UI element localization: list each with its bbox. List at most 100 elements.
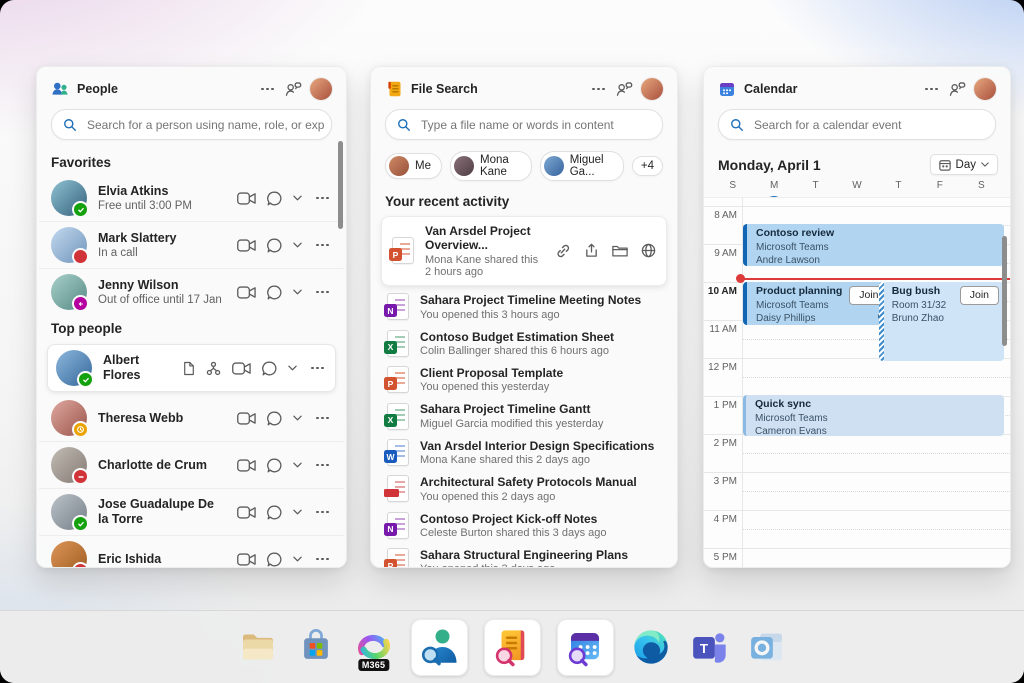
org-chart-icon[interactable] xyxy=(206,361,221,376)
chevron-down-icon[interactable] xyxy=(293,462,302,468)
person-row-selected[interactable]: Albert Flores xyxy=(47,344,336,392)
teams-icon[interactable]: T xyxy=(688,626,730,668)
chat-icon[interactable] xyxy=(267,285,282,300)
event-bug-bush[interactable]: Bug bush Room 31/32 Bruno Zhao Join xyxy=(878,282,1004,361)
chevron-down-icon[interactable] xyxy=(293,509,302,515)
file-row[interactable]: Contoso Budget Estimation SheetColin Bal… xyxy=(371,325,677,361)
account-avatar[interactable] xyxy=(974,78,996,100)
filter-chip-miguel[interactable]: Miguel Ga... xyxy=(539,151,624,181)
more-options-icon[interactable] xyxy=(589,85,608,94)
row-more-icon[interactable] xyxy=(313,241,332,250)
presence-available-icon xyxy=(77,371,94,388)
video-call-icon[interactable] xyxy=(237,191,256,205)
chevron-down-icon[interactable] xyxy=(293,289,302,295)
person-row[interactable]: Eric Ishida xyxy=(37,536,346,567)
file-row[interactable]: Contoso Project Kick-off NotesCeleste Bu… xyxy=(371,507,677,543)
current-time-dot xyxy=(736,274,745,283)
row-more-icon[interactable] xyxy=(313,288,332,297)
open-folder-icon[interactable] xyxy=(612,244,628,257)
video-call-icon[interactable] xyxy=(237,505,256,519)
chat-icon[interactable] xyxy=(267,552,282,567)
outlook-icon[interactable] xyxy=(746,626,788,668)
file-row[interactable]: Sahara Project Timeline GanttMiguel Garc… xyxy=(371,398,677,434)
more-options-icon[interactable] xyxy=(922,85,941,94)
file-search-app-icon[interactable] xyxy=(483,618,541,676)
row-more-icon[interactable] xyxy=(308,364,327,373)
avatar xyxy=(389,156,409,176)
video-call-icon[interactable] xyxy=(232,361,251,375)
chevron-down-icon[interactable] xyxy=(293,415,302,421)
join-button[interactable]: Join xyxy=(959,286,999,305)
row-more-icon[interactable] xyxy=(313,461,332,470)
time-label: 5 PM xyxy=(713,552,737,563)
row-more-icon[interactable] xyxy=(313,414,332,423)
chat-icon[interactable] xyxy=(262,361,277,376)
share-contact-icon[interactable] xyxy=(949,81,966,97)
file-row[interactable]: Sahara Structural Engineering PlansYou o… xyxy=(371,544,677,567)
person-row[interactable]: Charlotte de Crum xyxy=(37,442,346,488)
row-more-icon[interactable] xyxy=(313,508,332,517)
person-row[interactable]: Jenny Wilson Out of office until 17 Jan xyxy=(37,269,346,315)
file-search-input[interactable] xyxy=(419,116,657,133)
event-quick-sync[interactable]: Quick sync Microsoft Teams Cameron Evans xyxy=(743,395,1004,436)
people-scrollbar[interactable] xyxy=(338,141,343,229)
people-search-input[interactable] xyxy=(85,116,326,133)
chevron-down-icon[interactable] xyxy=(288,365,297,371)
account-avatar[interactable] xyxy=(310,78,332,100)
file-row[interactable]: Client Proposal TemplateYou opened this … xyxy=(371,362,677,398)
chat-icon[interactable] xyxy=(267,238,282,253)
onenote-file-icon xyxy=(384,293,409,321)
chat-icon[interactable] xyxy=(267,411,282,426)
share-contact-icon[interactable] xyxy=(616,81,633,97)
person-row[interactable]: Jose Guadalupe De la Torre xyxy=(37,489,346,535)
video-call-icon[interactable] xyxy=(237,285,256,299)
event-product-planning[interactable]: Product planning Microsoft Teams Daisy P… xyxy=(743,282,894,325)
file-row[interactable]: Sahara Project Timeline Meeting NotesYou… xyxy=(371,289,677,325)
filter-chip-me[interactable]: Me xyxy=(385,153,442,179)
calendar-search-app-icon[interactable] xyxy=(556,618,614,676)
svg-text:T: T xyxy=(699,641,707,656)
video-call-icon[interactable] xyxy=(237,238,256,252)
chevron-down-icon[interactable] xyxy=(293,242,302,248)
tentative-stripe xyxy=(878,282,884,361)
share-icon[interactable] xyxy=(584,243,599,258)
person-row[interactable]: Theresa Webb xyxy=(37,395,346,441)
document-icon[interactable] xyxy=(183,361,195,376)
video-call-icon[interactable] xyxy=(237,552,256,566)
event-contoso-review[interactable]: Contoso review Microsoft Teams Andre Law… xyxy=(743,224,1004,266)
share-contact-icon[interactable] xyxy=(285,81,302,97)
filter-chip-more[interactable]: +4 xyxy=(631,156,663,176)
more-options-icon[interactable] xyxy=(258,85,277,94)
filter-chip-mona[interactable]: Mona Kane xyxy=(449,151,532,181)
file-row[interactable]: Architectural Safety Protocols Manual You… xyxy=(371,471,677,507)
row-more-icon[interactable] xyxy=(313,194,332,203)
row-more-icon[interactable] xyxy=(313,555,332,564)
people-app-icon xyxy=(52,82,68,95)
microsoft-store-icon[interactable] xyxy=(295,626,337,668)
edge-icon[interactable] xyxy=(630,626,672,668)
account-avatar[interactable] xyxy=(641,78,663,100)
person-row[interactable]: Elvia Atkins Free until 3:00 PM xyxy=(37,175,346,221)
video-call-icon[interactable] xyxy=(237,411,256,425)
calendar-search-input[interactable] xyxy=(752,116,990,133)
file-row[interactable]: Van Arsdel Interior Design Specification… xyxy=(371,434,677,470)
chat-icon[interactable] xyxy=(267,191,282,206)
chat-icon[interactable] xyxy=(267,458,282,473)
copy-link-icon[interactable] xyxy=(555,243,571,259)
person-row[interactable]: Mark Slattery In a call xyxy=(37,222,346,268)
people-search-app-icon[interactable] xyxy=(410,618,468,676)
presence-busy-icon xyxy=(72,248,89,265)
file-search-panel-title: File Search xyxy=(411,82,478,96)
calendar-scrollbar[interactable] xyxy=(1002,236,1007,346)
file-row-selected[interactable]: Van Arsdel Project Overview...Mona Kane … xyxy=(381,216,667,286)
chat-icon[interactable] xyxy=(267,505,282,520)
current-time-line xyxy=(742,278,1010,280)
m365-copilot-icon[interactable]: M365 xyxy=(353,626,395,671)
view-selector-button[interactable]: Day xyxy=(929,154,998,175)
file-explorer-icon[interactable] xyxy=(237,626,279,668)
chevron-down-icon xyxy=(981,162,989,167)
chevron-down-icon[interactable] xyxy=(293,556,302,562)
chevron-down-icon[interactable] xyxy=(293,195,302,201)
open-in-browser-icon[interactable] xyxy=(641,243,656,258)
video-call-icon[interactable] xyxy=(237,458,256,472)
